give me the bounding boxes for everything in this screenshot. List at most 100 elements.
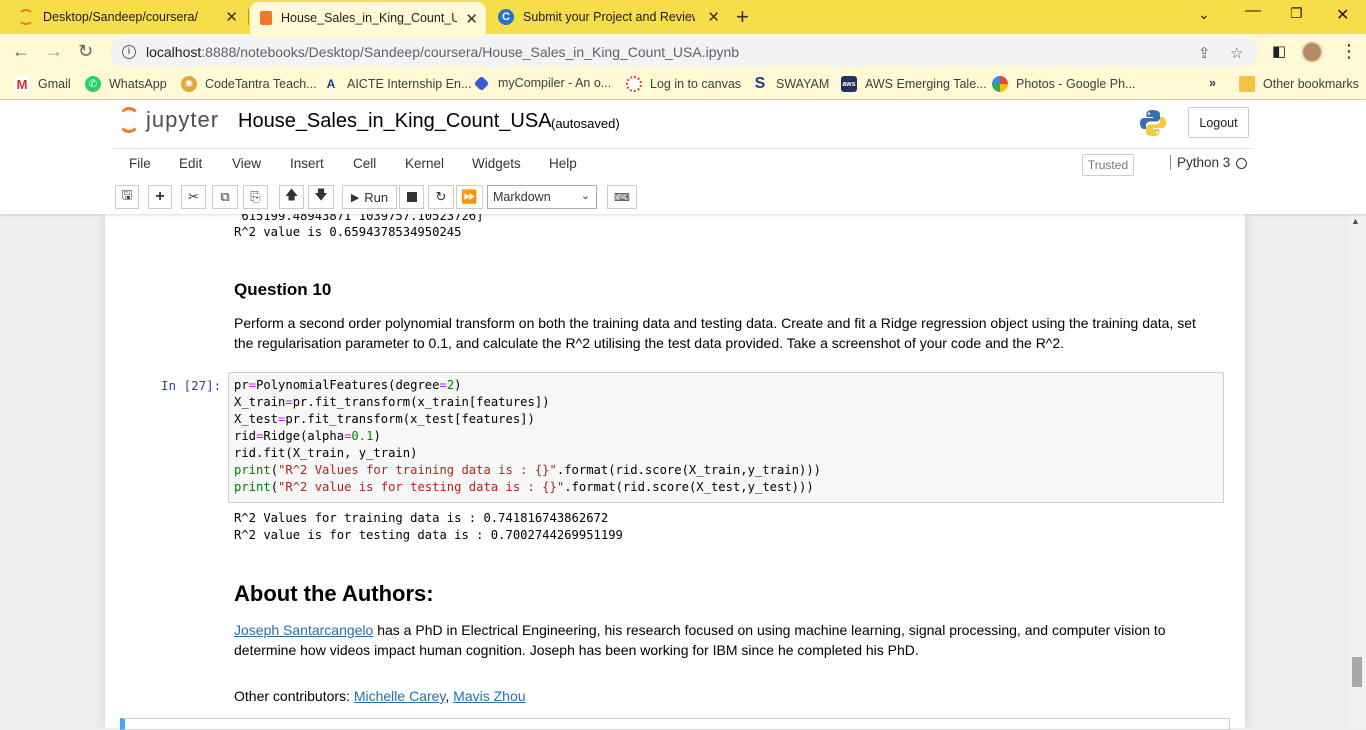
author-paragraph: Joseph Santarcangelo has a PhD in Electr… — [234, 622, 1166, 658]
close-tab-icon[interactable]: ✕ — [465, 10, 478, 28]
bookmark-aws[interactable]: aws AWS Emerging Tale... — [841, 76, 987, 92]
fast-forward-icon: ⏩ — [461, 189, 478, 204]
autosave-status: (autosaved) — [551, 116, 620, 131]
share-icon[interactable]: ⇪ — [1198, 44, 1211, 62]
jupyter-toolbar: 🖫 + ✂ ⧉ ⎘ 🡅 🡇 ▶ Run ↻ ⏩ Markdown ⌄ ⌨ — [113, 183, 1253, 213]
bookmark-whatsapp[interactable]: ✆ WhatsApp — [85, 76, 167, 92]
more-bookmarks-button[interactable]: » — [1209, 76, 1216, 90]
jupyter-logo[interactable]: jupyter — [118, 107, 219, 133]
scroll-up-arrow-icon[interactable]: ▲ — [1351, 216, 1360, 226]
bookmark-swayam[interactable]: S SWAYAM — [752, 75, 830, 92]
selected-next-cell[interactable] — [120, 718, 1230, 730]
code-cell-editor[interactable]: pr=PolynomialFeatures(degree=2) X_train=… — [228, 372, 1224, 503]
contributor-link[interactable]: Michelle Carey — [354, 688, 446, 704]
tab-search-chevron-icon[interactable]: ⌄ — [1198, 6, 1210, 23]
code-line: pr=PolynomialFeatures(degree=2) — [234, 378, 462, 392]
kernel-name: Python 3 — [1170, 155, 1230, 170]
bookmark-gmail[interactable]: M Gmail — [14, 76, 71, 92]
reload-icon[interactable]: ↻ — [78, 41, 93, 62]
stop-icon — [406, 192, 417, 202]
address-bar[interactable]: i localhost:8888/notebooks/Desktop/Sande… — [110, 38, 1258, 66]
menu-kernel[interactable]: Kernel — [405, 156, 444, 171]
menu-widgets[interactable]: Widgets — [472, 156, 521, 171]
question-10-text: Perform a second order polynomial transf… — [234, 315, 1196, 351]
code-line: print("R^2 Values for training data is :… — [234, 463, 822, 477]
page-scrollbar[interactable] — [1349, 214, 1366, 728]
bookmark-codetantra[interactable]: ✺ CodeTantra Teach... — [181, 76, 317, 92]
browser-tab-strip: Desktop/Sandeep/coursera/ ✕ House_Sales_… — [0, 0, 1366, 34]
about-authors-heading: About the Authors: — [234, 581, 434, 606]
menu-cell[interactable]: Cell — [353, 156, 376, 171]
contributor-link[interactable]: Mavis Zhou — [453, 688, 525, 704]
jupyter-logo-icon — [118, 107, 140, 133]
bookmark-mycompiler[interactable]: myCompiler - An o... — [473, 75, 611, 91]
close-tab-icon[interactable]: ✕ — [225, 8, 238, 26]
code-line: rid=Ridge(alpha=0.1) — [234, 429, 381, 443]
scrollbar-thumb[interactable] — [1352, 657, 1362, 687]
author-link[interactable]: Joseph Santarcangelo — [234, 622, 373, 638]
tab-desktop-folder[interactable]: Desktop/Sandeep/coursera/ ✕ — [8, 0, 246, 34]
cell-type-select[interactable]: Markdown ⌄ — [487, 185, 597, 209]
other-bookmarks-folder[interactable]: Other bookmarks — [1239, 76, 1359, 92]
cut-button[interactable]: ✂ — [181, 185, 206, 209]
close-tab-icon[interactable]: ✕ — [707, 8, 720, 26]
run-button[interactable]: ▶ Run — [342, 185, 397, 209]
notebook-scroll-area[interactable]: 615199.48943871 1039757.10523726] R^2 va… — [0, 214, 1366, 728]
menu-insert[interactable]: Insert — [290, 156, 324, 171]
paste-icon: ⎘ — [250, 189, 261, 204]
new-tab-button[interactable]: + — [736, 4, 749, 30]
bookmarks-bar: M Gmail ✆ WhatsApp ✺ CodeTantra Teach...… — [0, 70, 1366, 100]
logout-button[interactable]: Logout — [1188, 107, 1249, 138]
mycompiler-icon — [473, 75, 490, 91]
aws-icon: aws — [841, 76, 857, 92]
gmail-icon: M — [14, 76, 30, 92]
menu-file[interactable]: File — [129, 156, 151, 171]
back-arrow-icon[interactable]: ← — [12, 41, 30, 62]
swayam-icon: S — [754, 75, 766, 92]
restart-run-all-button[interactable]: ⏩ — [456, 185, 483, 209]
photos-icon — [992, 76, 1008, 92]
coursera-favicon-icon: C — [498, 9, 514, 25]
menu-help[interactable]: Help — [549, 156, 577, 171]
insert-cell-button[interactable]: + — [148, 185, 172, 209]
paste-button[interactable]: ⎘ — [243, 185, 268, 209]
tab-house-sales-notebook[interactable]: House_Sales_in_King_Count_USA ✕ — [250, 2, 486, 34]
move-up-button[interactable]: 🡅 — [279, 185, 304, 209]
restore-window-button[interactable]: ❐ — [1290, 5, 1303, 22]
command-palette-button[interactable]: ⌨ — [607, 185, 637, 209]
folder-icon — [1239, 76, 1255, 92]
browser-menu-icon[interactable]: ⋮ — [1340, 41, 1358, 62]
close-window-button[interactable]: ✕ — [1336, 5, 1349, 25]
codetantra-icon: ✺ — [181, 76, 197, 92]
interrupt-kernel-button[interactable] — [399, 185, 424, 209]
tab-submit-project[interactable]: C Submit your Project and Review ✕ — [488, 0, 728, 34]
restart-kernel-button[interactable]: ↻ — [428, 185, 454, 209]
python-logo-icon — [1140, 110, 1166, 136]
bookmark-canvas[interactable]: Log in to canvas — [626, 76, 741, 92]
bookmark-star-icon[interactable]: ☆ — [1230, 44, 1243, 62]
keyboard-icon: ⌨ — [614, 191, 630, 204]
forward-arrow-icon[interactable]: → — [45, 41, 63, 62]
move-down-button[interactable]: 🡇 — [308, 185, 334, 209]
contributors-line: Other contributors: Michelle Carey, Mavi… — [234, 688, 526, 704]
profile-avatar[interactable] — [1301, 41, 1323, 63]
arrow-up-icon: 🡅 — [284, 187, 299, 202]
menu-edit[interactable]: Edit — [179, 156, 202, 171]
bookmark-google-photos[interactable]: Photos - Google Ph... — [992, 76, 1136, 92]
minimize-window-button[interactable]: — — [1245, 2, 1261, 20]
save-button[interactable]: 🖫 — [115, 185, 139, 209]
site-info-icon[interactable]: i — [122, 45, 136, 59]
notebook-name[interactable]: House_Sales_in_King_Count_USA — [238, 110, 552, 133]
copy-button[interactable]: ⧉ — [212, 185, 238, 209]
cell-input-prompt: In [27]: — [161, 378, 222, 393]
menu-view[interactable]: View — [232, 156, 261, 171]
play-icon: ▶ — [350, 191, 360, 204]
bookmark-aicte[interactable]: A AICTE Internship En... — [323, 76, 472, 92]
whatsapp-icon: ✆ — [85, 76, 101, 92]
side-panel-icon[interactable]: ◧ — [1272, 42, 1286, 60]
trusted-indicator[interactable]: Trusted — [1082, 154, 1134, 176]
arrow-down-icon: 🡇 — [314, 187, 328, 202]
cell-output-line: R^2 Values for training data is : 0.7418… — [234, 511, 609, 525]
jupyter-favicon-icon — [18, 9, 34, 25]
code-line: rid.fit(X_train, y_train) — [234, 446, 418, 460]
